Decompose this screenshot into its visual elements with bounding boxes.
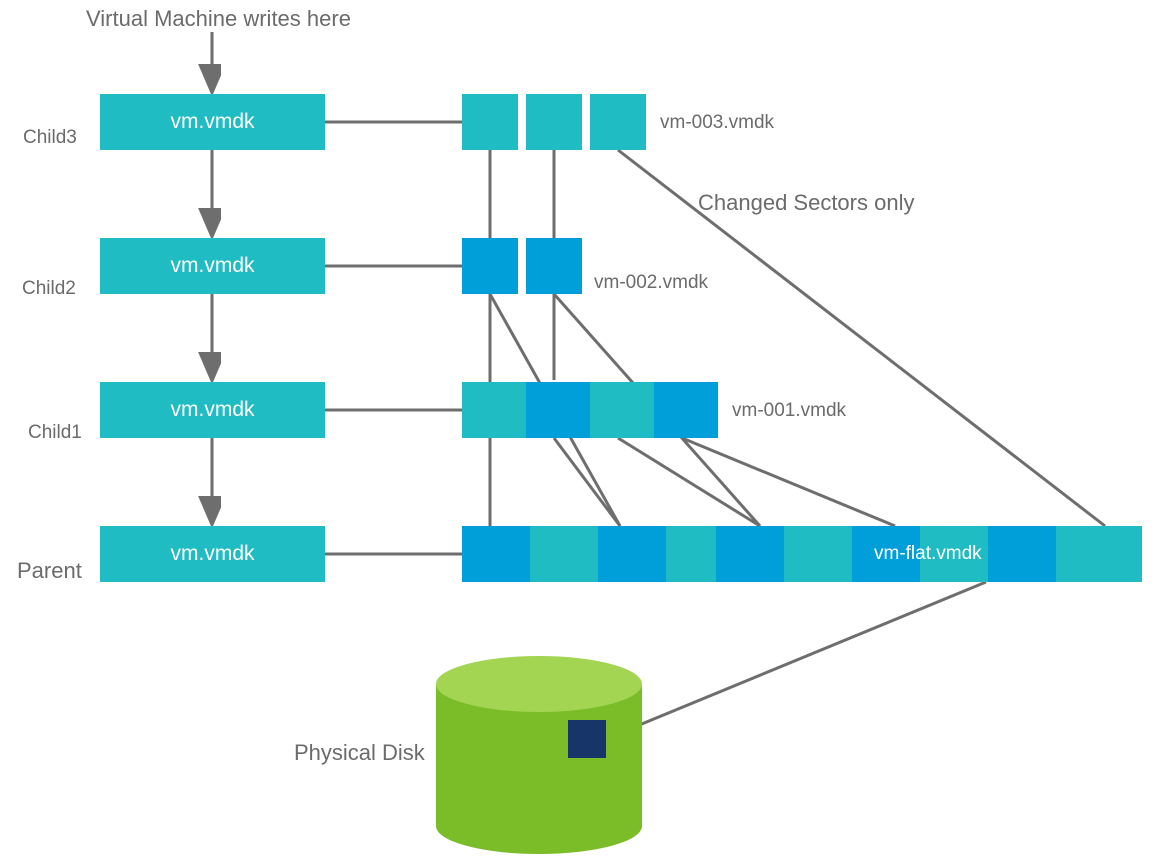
sector — [666, 526, 716, 582]
file-label-child1: vm-001.vmdk — [732, 400, 846, 422]
vmdk-box-child1: vm.vmdk — [100, 382, 325, 438]
row-label-parent: Parent — [17, 558, 82, 584]
row-label-child2: Child2 — [22, 278, 76, 300]
row-label-child1: Child1 — [28, 422, 82, 444]
flat-vmdk-label: vm-flat.vmdk — [874, 543, 982, 565]
sector — [526, 94, 582, 150]
sector — [784, 526, 852, 582]
physical-disk-top — [436, 656, 642, 712]
vmdk-box-label: vm.vmdk — [171, 398, 255, 422]
sector — [988, 526, 1056, 582]
vmdk-box-label: vm.vmdk — [171, 110, 255, 134]
sector — [526, 382, 590, 438]
sector — [462, 382, 526, 438]
sector — [1056, 526, 1142, 582]
sector — [462, 238, 518, 294]
vmdk-box-label: vm.vmdk — [171, 542, 255, 566]
row-label-child3: Child3 — [23, 127, 77, 149]
vmdk-box-child2: vm.vmdk — [100, 238, 325, 294]
physical-disk-label: Physical Disk — [294, 740, 425, 766]
vmdk-box-child3: vm.vmdk — [100, 94, 325, 150]
sector — [598, 526, 666, 582]
sector — [530, 526, 598, 582]
sector — [462, 94, 518, 150]
sector — [590, 94, 646, 150]
vmdk-box-parent: vm.vmdk — [100, 526, 325, 582]
sector — [716, 526, 784, 582]
sector — [462, 526, 530, 582]
sector — [590, 382, 654, 438]
changed-sectors-label: Changed Sectors only — [698, 190, 914, 216]
title-label: Virtual Machine writes here — [86, 6, 351, 32]
file-label-child3: vm-003.vmdk — [660, 112, 774, 134]
sector — [526, 238, 582, 294]
file-label-child2: vm-002.vmdk — [594, 272, 708, 294]
sector — [654, 382, 718, 438]
disk-sector-indicator — [568, 720, 606, 758]
vmdk-box-label: vm.vmdk — [171, 254, 255, 278]
